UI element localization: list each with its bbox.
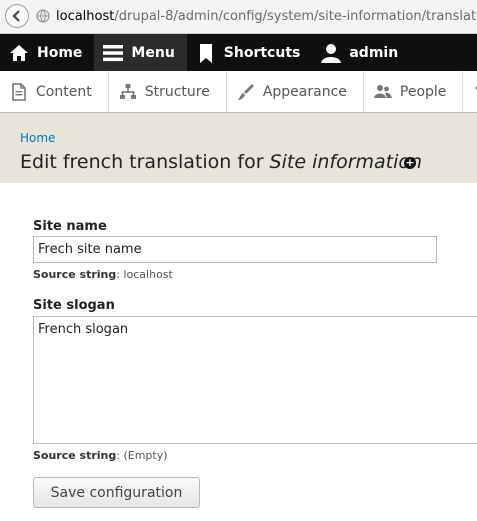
breadcrumb-home-link[interactable]: Home bbox=[20, 131, 55, 145]
site-name-source-description: Source string: localhost bbox=[33, 268, 173, 281]
plugin-icon bbox=[475, 85, 477, 90]
toolbar-menu-label: Menu bbox=[131, 44, 175, 61]
site-slogan-source-description: Source string: (Empty) bbox=[33, 449, 168, 462]
people-icon bbox=[373, 84, 392, 98]
site-name-input[interactable]: Frech site name bbox=[33, 236, 437, 263]
site-slogan-label: Site slogan bbox=[33, 298, 115, 313]
tray-item-content-label: Content bbox=[36, 83, 92, 100]
sitemap-icon bbox=[119, 83, 136, 99]
page-title-emphasis: Site information bbox=[269, 151, 423, 173]
globe-icon bbox=[36, 9, 50, 23]
tray-item-people[interactable]: People bbox=[364, 71, 464, 112]
site-slogan-source-value: : (Empty) bbox=[116, 449, 168, 462]
toolbar-user-label: admin bbox=[349, 44, 399, 61]
browser-address-bar: localhost/drupal-8/admin/config/system/s… bbox=[0, 0, 477, 34]
bookmark-icon bbox=[199, 43, 212, 63]
home-icon bbox=[10, 44, 28, 61]
tray-item-structure-label: Structure bbox=[144, 83, 210, 100]
toolbar-shortcuts-label: Shortcuts bbox=[223, 44, 301, 61]
tray-item-content[interactable]: Content bbox=[0, 71, 109, 112]
toolbar-shortcuts[interactable]: Shortcuts bbox=[187, 34, 313, 71]
page-header: Home Edit french translation for Site in… bbox=[0, 113, 477, 183]
document-icon bbox=[12, 82, 26, 101]
url-path: /drupal-8/admin/config/system/site-infor… bbox=[114, 8, 477, 24]
toolbar-tray: Content Structure Appearance People bbox=[0, 71, 477, 113]
site-name-label: Site name bbox=[33, 219, 107, 234]
menu-icon bbox=[103, 44, 124, 61]
save-configuration-button[interactable]: Save configuration bbox=[33, 477, 200, 508]
add-shortcut-icon[interactable]: + bbox=[404, 157, 416, 169]
tray-item-people-label: People bbox=[399, 83, 447, 100]
tray-item-appearance-label: Appearance bbox=[262, 83, 347, 100]
user-icon bbox=[321, 43, 342, 63]
toolbar-home-label: Home bbox=[37, 44, 83, 61]
page-title: Edit french translation for Site informa… bbox=[20, 151, 422, 173]
tray-item-structure[interactable]: Structure bbox=[109, 71, 227, 112]
site-name-source-label: Source string bbox=[33, 268, 117, 281]
site-name-source-value: : localhost bbox=[116, 268, 173, 281]
page-title-prefix: Edit french translation for bbox=[20, 151, 270, 173]
arrow-left-icon bbox=[12, 10, 20, 22]
site-slogan-textarea[interactable]: French slogan bbox=[33, 316, 477, 444]
tray-item-extend[interactable] bbox=[463, 71, 477, 112]
toolbar-menu[interactable]: Menu bbox=[94, 34, 187, 71]
toolbar-home[interactable]: Home bbox=[0, 34, 94, 71]
site-slogan-source-label: Source string bbox=[33, 449, 117, 462]
breadcrumb: Home bbox=[20, 131, 55, 145]
paintbrush-icon bbox=[237, 83, 254, 100]
url-host: localhost bbox=[56, 8, 115, 24]
tray-item-appearance[interactable]: Appearance bbox=[227, 71, 364, 112]
url-field[interactable]: localhost/drupal-8/admin/config/system/s… bbox=[36, 6, 477, 26]
admin-toolbar: Home Menu Shortcuts admin bbox=[0, 34, 477, 71]
back-button[interactable] bbox=[5, 4, 29, 28]
toolbar-user[interactable]: admin bbox=[312, 34, 410, 71]
